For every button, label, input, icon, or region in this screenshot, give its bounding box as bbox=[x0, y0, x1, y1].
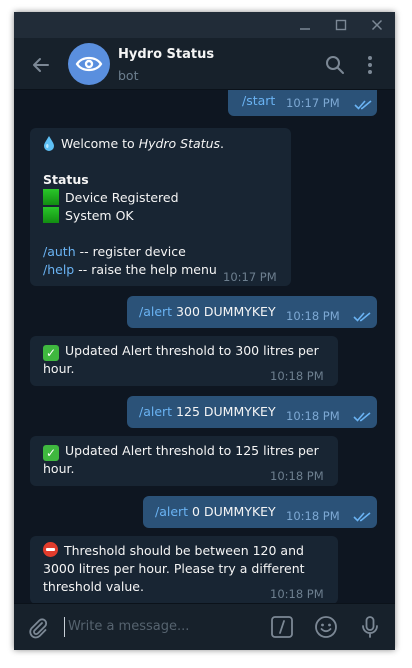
emoji-icon[interactable] bbox=[314, 615, 338, 639]
green-square-icon bbox=[43, 207, 59, 223]
minimize-icon[interactable] bbox=[287, 12, 323, 38]
command-link[interactable]: /auth bbox=[43, 244, 76, 259]
maximize-icon[interactable] bbox=[323, 12, 359, 38]
read-ticks-icon bbox=[353, 412, 371, 422]
welcome-prefix: Welcome to bbox=[61, 136, 139, 151]
status-heading: Status bbox=[43, 172, 89, 187]
message-time: 10:18 PM bbox=[286, 309, 340, 323]
incoming-message[interactable]: Welcome to Hydro Status. Status Device R… bbox=[30, 128, 291, 286]
status-item-label: Device Registered bbox=[65, 190, 179, 205]
telegram-window: Hydro Status bot /start 10:17 PM Welcome… bbox=[14, 12, 395, 650]
message-line: ✓ Updated Alert threshold to 300 litres p… bbox=[43, 342, 319, 361]
message-text: 0 DUMMYKEY bbox=[188, 504, 276, 519]
message-text: 300 DUMMYKEY bbox=[172, 304, 276, 319]
read-ticks-icon bbox=[353, 312, 371, 322]
outgoing-message[interactable]: /start 10:17 PM bbox=[228, 90, 377, 116]
message-time: 10:18 PM bbox=[286, 509, 340, 523]
microphone-icon[interactable] bbox=[358, 615, 382, 639]
more-vertical-icon[interactable] bbox=[359, 54, 381, 76]
incoming-message[interactable]: ✓ Updated Alert threshold to 125 litres p… bbox=[30, 436, 338, 486]
incoming-message[interactable]: Threshold should be between 120 and 3000… bbox=[30, 536, 338, 603]
paperclip-icon[interactable] bbox=[26, 616, 50, 640]
check-mark-icon: ✓ bbox=[43, 345, 59, 361]
read-ticks-icon bbox=[353, 512, 371, 522]
command-link[interactable]: /help bbox=[43, 262, 74, 277]
outgoing-message[interactable]: /alert 0 DUMMYKEY 10:18 PM bbox=[143, 496, 377, 528]
message-time: 10:17 PM bbox=[286, 96, 340, 110]
chat-subtitle: bot bbox=[118, 68, 139, 83]
bot-command-icon[interactable] bbox=[270, 615, 294, 639]
outgoing-message[interactable]: /alert 300 DUMMYKEY 10:18 PM bbox=[127, 296, 377, 328]
message-text: 3000 litres per hour. Please try a diffe… bbox=[43, 561, 305, 576]
message-list[interactable]: /start 10:17 PM Welcome to Hydro Status.… bbox=[14, 90, 395, 603]
incoming-message[interactable]: ✓ Updated Alert threshold to 300 litres p… bbox=[30, 336, 338, 386]
status-item-label: System OK bbox=[65, 208, 134, 223]
back-arrow-icon[interactable] bbox=[30, 54, 52, 76]
droplet-icon bbox=[44, 136, 54, 151]
eye-icon bbox=[75, 56, 103, 72]
message-time: 10:17 PM bbox=[223, 270, 277, 284]
message-text: 125 DUMMYKEY bbox=[172, 404, 276, 419]
message-time: 10:18 PM bbox=[270, 369, 324, 383]
help-line: /help -- raise the help menu bbox=[43, 261, 217, 279]
message-input[interactable]: Write a message... bbox=[64, 617, 264, 637]
message-time: 10:18 PM bbox=[270, 587, 324, 601]
message-text: Threshold should be between 120 and bbox=[64, 543, 304, 558]
command-link[interactable]: /alert bbox=[139, 304, 172, 319]
welcome-bot-name: Hydro Status bbox=[138, 136, 221, 151]
command-link[interactable]: /start bbox=[242, 92, 275, 110]
command-description: -- register device bbox=[75, 244, 186, 259]
check-mark-icon: ✓ bbox=[43, 445, 59, 461]
chat-header: Hydro Status bot bbox=[14, 38, 395, 90]
window-titlebar bbox=[14, 12, 395, 38]
command-link[interactable]: /alert bbox=[139, 404, 172, 419]
message-text: threshold value. bbox=[43, 579, 144, 594]
avatar[interactable] bbox=[68, 43, 110, 85]
message-line: ✓ Updated Alert threshold to 125 litres p… bbox=[43, 442, 319, 461]
read-ticks-icon bbox=[354, 100, 372, 110]
close-icon[interactable] bbox=[359, 12, 395, 38]
message-text: Updated Alert threshold to 300 litres pe… bbox=[65, 343, 319, 358]
help-line: /auth -- register device bbox=[43, 243, 186, 261]
outgoing-message[interactable]: /alert 125 DUMMYKEY 10:18 PM bbox=[127, 396, 377, 428]
command-description: -- raise the help menu bbox=[74, 262, 217, 277]
no-entry-icon bbox=[43, 542, 58, 557]
message-text: Updated Alert threshold to 125 litres pe… bbox=[65, 443, 319, 458]
status-item: Device Registered bbox=[43, 189, 179, 207]
message-time: 10:18 PM bbox=[270, 469, 324, 483]
welcome-suffix: . bbox=[220, 136, 224, 151]
status-item: System OK bbox=[43, 207, 134, 225]
message-line: Threshold should be between 120 and bbox=[43, 542, 304, 560]
chat-title[interactable]: Hydro Status bbox=[118, 47, 214, 62]
message-composer: Write a message... bbox=[14, 603, 395, 650]
search-icon[interactable] bbox=[324, 54, 346, 76]
green-square-icon bbox=[43, 189, 59, 205]
command-link[interactable]: /alert bbox=[155, 504, 188, 519]
message-text: hour. bbox=[43, 461, 75, 476]
message-text: hour. bbox=[43, 361, 75, 376]
welcome-line: Welcome to Hydro Status. bbox=[43, 135, 224, 153]
message-time: 10:18 PM bbox=[286, 409, 340, 423]
